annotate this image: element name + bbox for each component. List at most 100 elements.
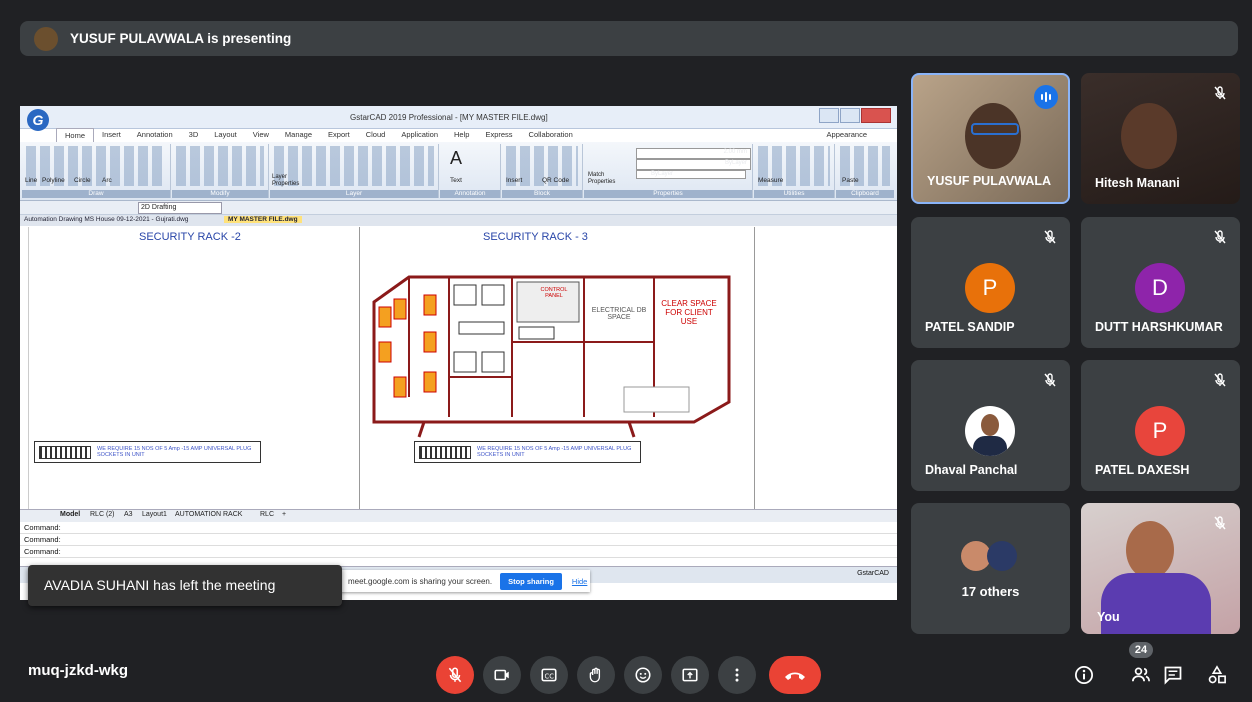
svg-text:CC: CC <box>545 672 555 680</box>
ribbon-group-label: Annotation <box>440 190 500 198</box>
participant-name: DUTT HARSHKUMAR <box>1095 320 1223 334</box>
ribbon-group-utilities: Measure Utilities <box>754 144 835 198</box>
people-icon <box>1132 667 1150 682</box>
ribbon-group-label: Draw <box>22 190 170 198</box>
ribbon-tab: Export <box>328 130 350 139</box>
ribbon-group-label: Clipboard <box>836 190 894 198</box>
raise-hand-button[interactable] <box>577 656 615 694</box>
activities-button[interactable] <box>1206 664 1228 686</box>
sheet-tab: AUTOMATION RACK <box>175 511 243 518</box>
participant-photo <box>965 406 1015 456</box>
color-select: ByLayer <box>636 170 746 179</box>
label-clear-space: CLEAR SPACE FOR CLIENT USE <box>661 299 717 326</box>
label-control-panel: CONTROL PANEL <box>540 287 568 299</box>
tool-polyline: Polyline <box>42 177 65 184</box>
note-text: WE REQUIRE 15 NOS OF 5 Amp -15 AMP UNIVE… <box>477 446 632 458</box>
command-line: Command: <box>20 546 897 558</box>
ribbon-tab: Layout <box>214 130 237 139</box>
end-call-button[interactable] <box>769 656 821 694</box>
shared-screen: G GstarCAD 2019 Professional - [MY MASTE… <box>20 106 897 600</box>
mic-off-icon <box>1214 230 1226 244</box>
participant-tile-dutt[interactable]: D DUTT HARSHKUMAR <box>1081 217 1240 348</box>
participant-tile-patel-sandip[interactable]: P PATEL SANDIP <box>911 217 1070 348</box>
ribbon-group-draw: Line Polyline Circle Arc Draw <box>22 144 171 198</box>
ribbon-group-properties: Match Properties 2.00 mm ByLayer ByLayer… <box>584 144 753 198</box>
cad-ribbon: Line Polyline Circle Arc Draw Modify Lay… <box>20 142 897 201</box>
sheet-tab: RLC <box>260 511 275 518</box>
tool-measure: Measure <box>758 177 784 184</box>
mic-off-icon <box>1214 373 1226 387</box>
participant-video <box>1121 103 1177 169</box>
ribbon-group-label: Layer <box>270 190 438 198</box>
tool-line: Line <box>25 177 38 184</box>
note-text: WE REQUIRE 15 NOS OF 5 Amp -15 AMP UNIVE… <box>97 446 252 458</box>
ribbon-group-label: Utilities <box>754 190 834 198</box>
sheet-tab: + <box>282 511 287 518</box>
tool-text: Text <box>450 177 462 184</box>
cad-drawing-area: SECURITY RACK -2 SECURITY RACK - 3 CONTR… <box>28 227 891 509</box>
participant-tile-yusuf[interactable]: YUSUF PULAVWALA <box>911 73 1070 204</box>
tool-layer-properties: Layer Properties <box>272 174 300 187</box>
tool-circle: Circle <box>74 177 91 184</box>
mic-off-icon <box>1214 516 1226 530</box>
presenter-avatar <box>34 26 58 51</box>
phone-hangup-icon <box>785 672 805 680</box>
screen-share-bar: meet.google.com is sharing your screen. … <box>340 570 590 592</box>
mic-off-icon <box>1214 86 1226 100</box>
self-video <box>1126 521 1174 579</box>
tool-paste: Paste <box>842 177 859 184</box>
ribbon-tab: 3D <box>188 130 199 139</box>
present-button[interactable] <box>671 656 709 694</box>
more-vert-icon <box>735 668 739 682</box>
ribbon-group-modify: Modify <box>172 144 269 198</box>
ribbon-tab: Cloud <box>365 130 386 139</box>
participant-tile-hitesh[interactable]: Hitesh Manani <box>1081 73 1240 204</box>
close-icon <box>861 108 891 123</box>
people-button[interactable] <box>1130 664 1152 686</box>
others-tile[interactable]: 17 others <box>911 503 1070 634</box>
sheet-tab: Model <box>60 511 81 518</box>
tool-arc: Arc <box>102 177 112 184</box>
microphone-button[interactable] <box>436 656 474 694</box>
participant-name: YUSUF PULAVWALA <box>927 174 1052 188</box>
participant-avatar: D <box>1135 263 1185 313</box>
tool-match-properties: Match Properties <box>588 172 616 185</box>
command-line: Command: <box>20 534 897 546</box>
gstarcad-logo-icon: G <box>27 109 49 131</box>
activities-icon <box>1208 665 1226 684</box>
participant-tile-patel-daxesh[interactable]: P PATEL DAXESH <box>1081 360 1240 491</box>
speaking-indicator-icon <box>1034 85 1058 109</box>
ribbon-group-annotation: A Text Annotation <box>440 144 501 198</box>
chat-button[interactable] <box>1162 664 1184 686</box>
more-options-button[interactable] <box>718 656 756 694</box>
hide-link: Hide <box>571 576 588 586</box>
ribbon-tab: Home <box>56 128 95 142</box>
note-box: WE REQUIRE 15 NOS OF 5 Amp -15 AMP UNIVE… <box>414 441 641 463</box>
file-tab: Automation Drawing MS House 09-12-2021 -… <box>24 216 189 223</box>
sheet-tab: A3 <box>124 511 133 518</box>
self-view-tile[interactable]: You <box>1081 503 1240 634</box>
ribbon-group-clipboard: Paste Clipboard <box>836 144 894 198</box>
participant-tile-dhaval[interactable]: Dhaval Panchal <box>911 360 1070 491</box>
ribbon-group-block: Insert QR Code Block <box>502 144 583 198</box>
chat-icon <box>1164 666 1182 685</box>
ribbon-tab: Application <box>401 130 439 139</box>
note-box: WE REQUIRE 15 NOS OF 5 Amp -15 AMP UNIVE… <box>34 441 261 463</box>
ribbon-tab: Annotation <box>136 130 173 139</box>
meeting-details-button[interactable] <box>1073 664 1095 686</box>
camera-button[interactable] <box>483 656 521 694</box>
cad-window-title: GstarCAD 2019 Professional - [MY MASTER … <box>350 113 548 122</box>
participant-name: You <box>1097 610 1120 624</box>
command-line: Command: <box>20 522 897 534</box>
participant-avatar: P <box>965 263 1015 313</box>
captions-button[interactable]: CC <box>530 656 568 694</box>
emoji-button[interactable] <box>624 656 662 694</box>
sheet-tab: RLC (2) <box>90 511 115 518</box>
rack-drawing <box>372 275 731 438</box>
others-count: 17 others <box>961 584 1020 599</box>
participant-avatar: P <box>1135 406 1185 456</box>
linetype-select: ByLayer <box>636 159 751 170</box>
mic-off-icon <box>1044 373 1056 387</box>
share-message: meet.google.com is sharing your screen. <box>348 576 493 586</box>
ribbon-tab: Manage <box>284 130 313 139</box>
